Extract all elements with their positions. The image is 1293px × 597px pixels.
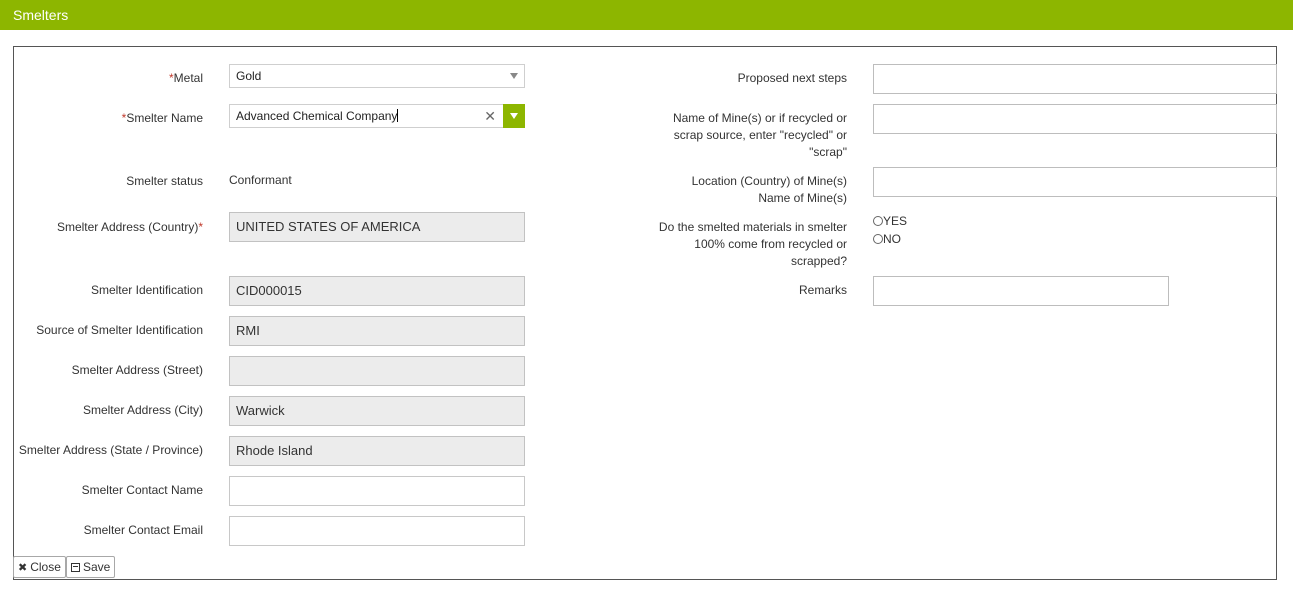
recycled-question-label: Do the smelted materials in smelter 100%… [658,220,847,268]
save-button[interactable]: Save [66,556,116,578]
address-city-field: Warwick [229,396,525,426]
metal-label: *Metal [168,71,203,85]
mine-name-input[interactable] [873,104,1277,134]
dropdown-toggle-button[interactable] [503,104,525,128]
id-source-field: RMI [229,316,525,346]
id-source-label: Source of Smelter Identification [36,323,203,337]
identification-field: CID000015 [229,276,525,306]
clear-icon[interactable]: ✕ [484,105,496,127]
mine-location-label: Location (Country) of Mine(s) Name of Mi… [691,174,847,205]
radio-icon[interactable] [873,234,883,244]
radio-icon[interactable] [873,216,883,226]
contact-email-input[interactable] [229,516,525,546]
remarks-input[interactable] [873,276,1169,306]
identification-label: Smelter Identification [90,283,203,297]
address-city-label: Smelter Address (City) [82,403,203,417]
next-steps-input[interactable] [873,64,1277,94]
address-street-label: Smelter Address (Street) [71,363,203,377]
floppy-disk-icon [71,563,80,572]
window-title: Smelters [0,0,1293,30]
smelter-name-combobox[interactable]: Advanced Chemical Company ✕ [229,104,525,128]
times-icon: ✖ [18,562,28,574]
close-button[interactable]: ✖ Close [13,556,66,578]
metal-select[interactable]: Gold [229,64,525,88]
mine-location-input[interactable] [873,167,1277,197]
address-street-field [229,356,525,386]
mine-name-label: Name of Mine(s) or if recycled or scrap … [672,111,847,159]
smelter-status-label: Smelter status [126,174,203,188]
address-state-field: Rhode Island [229,436,525,466]
smelter-name-label: *Smelter Name [121,111,203,125]
recycled-yes-radio[interactable]: YES [873,214,907,228]
address-country-field: UNITED STATES OF AMERICA [229,212,525,242]
smelter-name-value[interactable]: Advanced Chemical Company [236,109,397,123]
recycled-no-radio[interactable]: NO [873,232,901,246]
address-country-label: Smelter Address (Country)* [56,220,203,234]
chevron-down-icon[interactable] [510,73,518,79]
contact-name-label: Smelter Contact Name [81,483,203,497]
remarks-label: Remarks [798,283,847,297]
metal-select-value: Gold [236,69,262,83]
contact-email-label: Smelter Contact Email [83,523,203,537]
contact-name-input[interactable] [229,476,525,506]
next-steps-label: Proposed next steps [737,71,847,85]
address-state-label: Smelter Address (State / Province) [18,443,203,457]
smelter-status-value: Conformant [229,173,292,187]
